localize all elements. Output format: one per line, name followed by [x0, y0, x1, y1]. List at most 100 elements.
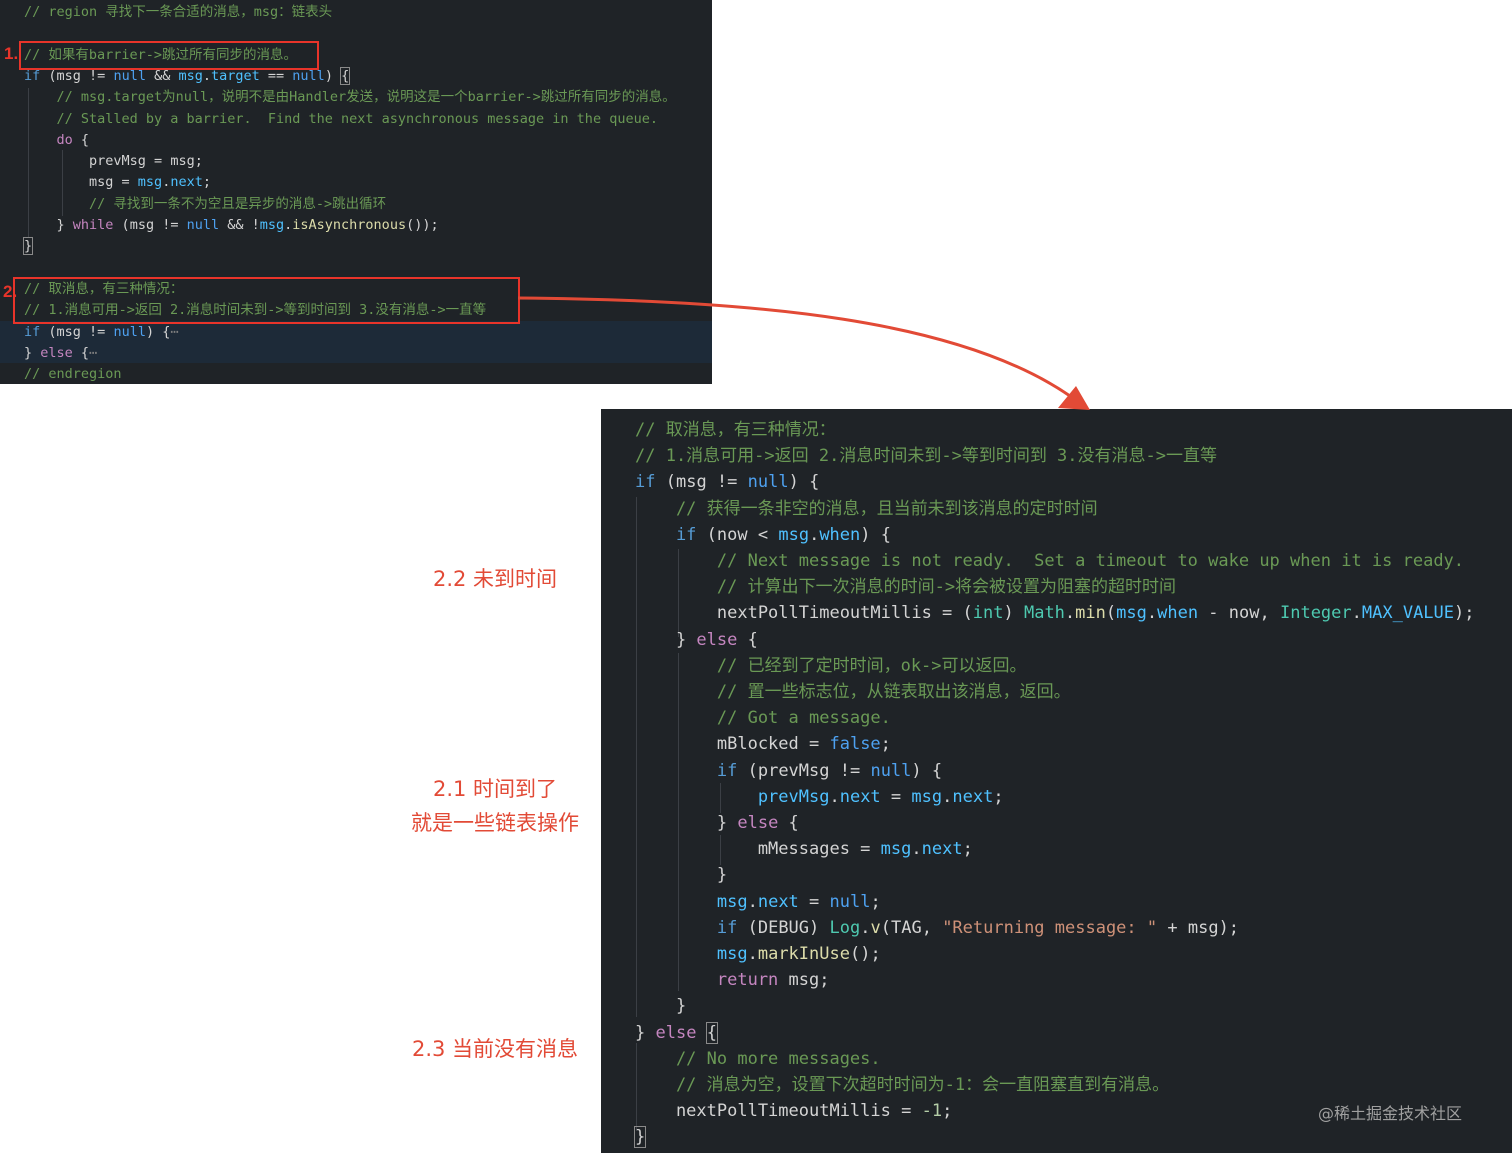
code-token: ) {: [911, 760, 943, 781]
arrow-head-icon: [1058, 386, 1090, 410]
code-token: ) {: [860, 524, 891, 545]
code-token: msg: [880, 839, 912, 860]
code-token: do: [24, 131, 73, 148]
code-token: (: [880, 917, 891, 938]
code-token: false: [829, 734, 881, 755]
code-line: // region 寻找下一条合适的消息，msg：链表头: [24, 2, 332, 23]
code-line: mBlocked = false;: [635, 731, 891, 757]
code-token: MAX_VALUE: [1361, 603, 1455, 624]
code-token: // region 寻找下一条合适的消息，msg：链表头: [24, 4, 333, 20]
code-token: {: [72, 344, 90, 361]
code-token: // 消息为空，设置下次超时时间为-1：会一直阻塞直到有消息。: [635, 1075, 1170, 1095]
code-editor-bottom: // 取消息，有三种情况： // 1.消息可用->返回 2.消息时间未到->等到时…: [601, 409, 1512, 1153]
code-token: !=: [80, 323, 114, 340]
code-token: next: [921, 839, 963, 860]
code-token: .: [942, 786, 953, 807]
code-line: } else {⋯: [24, 343, 97, 364]
code-line: prevMsg.next = msg.next;: [635, 784, 1004, 810]
code-token: ): [809, 917, 830, 938]
code-token: = (: [931, 603, 973, 624]
code-token: =: [145, 153, 171, 170]
code-token: ,: [1259, 603, 1280, 624]
code-token: when: [1157, 603, 1199, 624]
code-token: msg: [56, 67, 81, 84]
code-token: ();: [849, 944, 881, 964]
code-token: ;: [880, 734, 891, 755]
code-token: msg: [259, 217, 285, 233]
code-token: // 获得一条非空的消息，且当前未到该消息的定时时间: [635, 498, 1098, 519]
code-token: .: [911, 839, 922, 860]
code-token: if: [635, 472, 656, 493]
code-token: {: [72, 131, 90, 148]
code-token: ⋯: [170, 323, 179, 340]
code-token: {: [737, 629, 758, 650]
code-line: }: [633, 1124, 647, 1150]
code-line: }: [635, 862, 727, 888]
code-token: (: [737, 917, 758, 938]
code-token: ;: [194, 153, 203, 170]
code-token: =: [890, 1101, 922, 1122]
code-token: }: [635, 813, 738, 833]
code-line: } while (msg != null && !msg.isAsynchron…: [24, 215, 439, 236]
code-line: do {: [24, 130, 90, 151]
code-line: // 已经到了定时时间，ok->可以返回。: [635, 653, 1027, 679]
code-line: if (now < msg.when) {: [635, 522, 891, 548]
code-token: .: [829, 786, 840, 807]
code-line: // 计算出下一次消息的时间->将会被设置为阻塞的超时时间: [635, 574, 1176, 600]
code-token: (: [113, 217, 130, 233]
code-token: ;: [819, 970, 830, 991]
code-token: }: [635, 629, 697, 650]
code-line: // 获得一条非空的消息，且当前未到该消息的定时时间: [635, 496, 1098, 522]
code-token: if: [24, 67, 41, 84]
marker-1: 1.: [4, 44, 19, 63]
code-token: while: [72, 217, 114, 233]
code-token: else: [737, 813, 779, 833]
code-token: =: [849, 839, 881, 860]
code-token: markInUse: [757, 944, 850, 964]
code-token: // No more messages.: [635, 1048, 881, 1069]
code-token: prevMsg: [635, 786, 830, 807]
code-token: {: [340, 66, 351, 85]
code-token: );: [1454, 603, 1475, 624]
code-line: // 消息为空，设置下次超时时间为-1：会一直阻塞直到有消息。: [635, 1072, 1169, 1098]
code-line: // 取消息，有三种情况：: [635, 417, 836, 443]
annotation-no-message: 2.3 当前没有消息: [411, 1037, 579, 1061]
code-token: (: [1105, 603, 1117, 624]
code-token: // 1.消息可用->返回 2.消息时间未到->等到时间到 3.没有消息->一直…: [635, 446, 1217, 467]
watermark: @稀土掘金技术社区: [1318, 1104, 1463, 1123]
code-token: min: [1075, 603, 1106, 624]
code-token: target: [211, 67, 260, 84]
code-token: next: [757, 891, 799, 912]
code-token: now: [716, 524, 748, 545]
code-token: }: [24, 344, 41, 361]
code-token: =: [798, 734, 830, 755]
code-token: null: [113, 323, 146, 340]
code-line: nextPollTimeoutMillis = (int) Math.min(m…: [635, 600, 1475, 626]
code-token: .: [202, 67, 211, 84]
code-token: nextPollTimeoutMillis: [635, 603, 932, 624]
code-line: // Got a message.: [635, 705, 891, 731]
code-line: // endregion: [24, 364, 122, 384]
marker-2: 2.: [3, 282, 18, 301]
code-token: null: [186, 217, 220, 233]
code-token: }: [635, 1022, 656, 1043]
code-token: else: [40, 344, 73, 361]
code-token: }: [635, 865, 728, 886]
code-token: msg: [137, 174, 163, 191]
code-line: // 寻找到一条不为空且是异步的消息->跳出循环: [24, 194, 386, 215]
code-line: } else {: [635, 1020, 718, 1046]
code-token: msg: [635, 891, 748, 912]
code-token: }: [633, 1126, 647, 1149]
code-line: } else {: [635, 627, 758, 653]
code-token: Math: [1023, 603, 1065, 624]
code-token: ==: [259, 67, 293, 84]
code-line: // msg.target为null，说明不是由Handler发送，说明这是一个…: [24, 87, 676, 108]
code-token: null: [747, 472, 789, 493]
code-token: ): [324, 67, 342, 84]
code-token: // Next message is not ready. Set a time…: [635, 551, 1465, 571]
code-token: Log: [829, 917, 861, 938]
code-token: return: [635, 970, 779, 991]
code-token: .: [1146, 603, 1158, 624]
code-line: nextPollTimeoutMillis = -1;: [635, 1098, 952, 1124]
